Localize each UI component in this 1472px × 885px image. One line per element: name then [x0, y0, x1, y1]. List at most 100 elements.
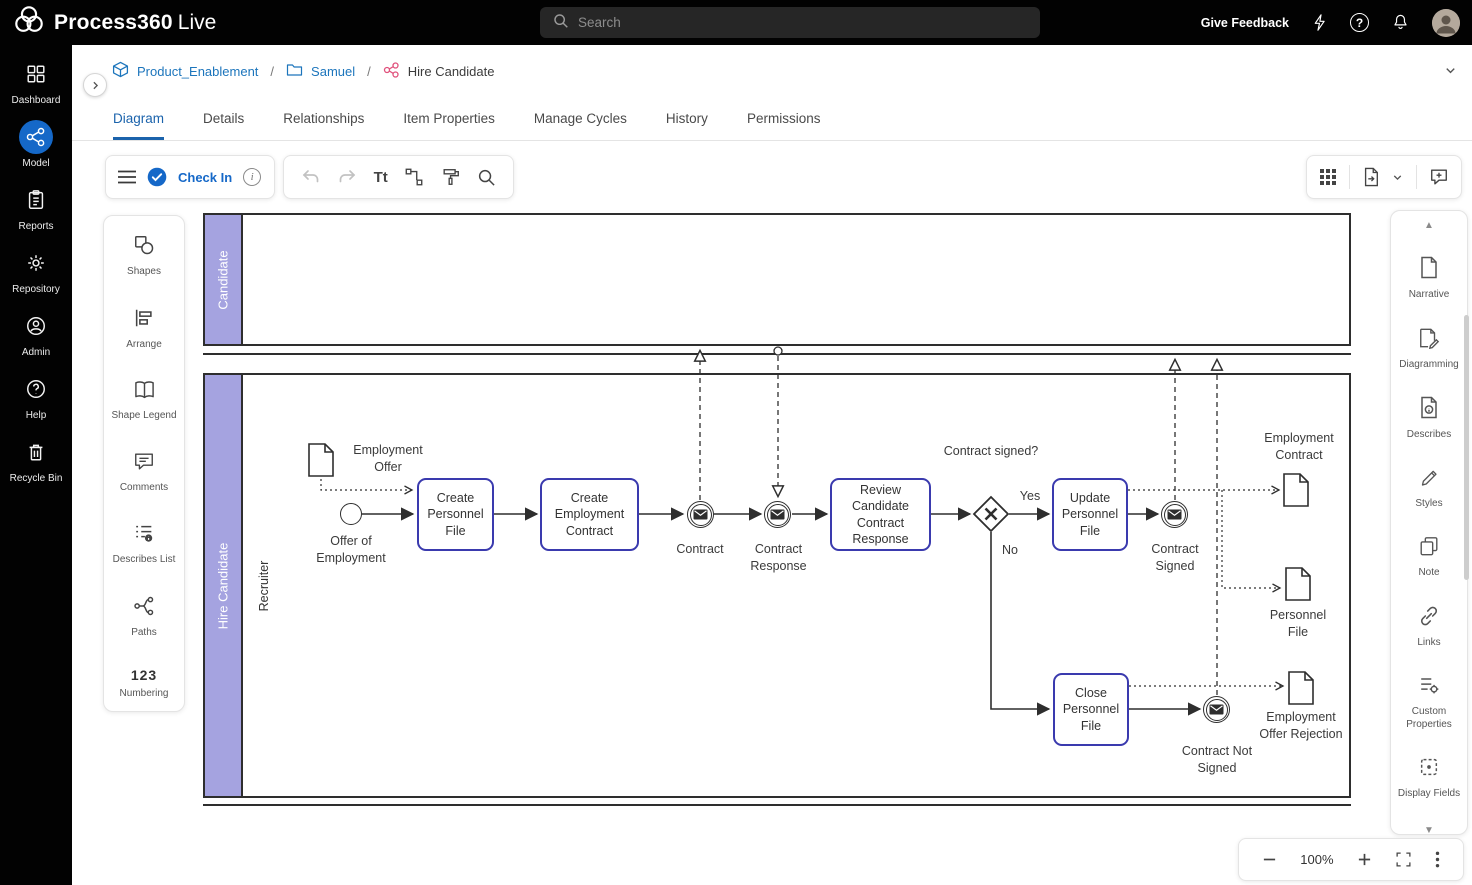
- breadcrumb-bar: Product_Enablement / Samuel / Hire Candi…: [72, 45, 1472, 97]
- check-circle-icon: [147, 167, 167, 187]
- diagramming-icon: [1418, 327, 1440, 354]
- global-search[interactable]: [540, 7, 1040, 38]
- sidebar-item-model[interactable]: Model: [0, 120, 72, 169]
- start-event-offer-of-employment[interactable]: [340, 503, 362, 525]
- tab-permissions[interactable]: Permissions: [747, 97, 821, 140]
- data-object-employment-offer[interactable]: [308, 443, 334, 482]
- task-update-personnel-file[interactable]: Update Personnel File: [1052, 478, 1128, 551]
- panel-collapse-button[interactable]: [83, 73, 107, 97]
- data-object-personnel-file[interactable]: [1285, 567, 1311, 606]
- sidebar-item-dashboard[interactable]: Dashboard: [0, 57, 72, 106]
- sidebar-item-repository[interactable]: Repository: [0, 246, 72, 295]
- panel-item-display-fields[interactable]: Display Fields: [1391, 756, 1467, 801]
- sidebar-item-help[interactable]: Help: [0, 372, 72, 421]
- sidebar-item-recycle-bin[interactable]: Recycle Bin: [0, 435, 72, 484]
- info-icon[interactable]: i: [243, 168, 261, 186]
- app-sidebar: Dashboard Model Reports Repository: [0, 45, 72, 885]
- add-comment-icon[interactable]: [1429, 167, 1449, 187]
- panel-item-diagramming[interactable]: Diagramming: [1391, 327, 1467, 372]
- tool-shape-legend[interactable]: Shape Legend: [104, 379, 184, 423]
- label-contract: Contract: [668, 541, 732, 558]
- lightning-icon[interactable]: [1311, 12, 1328, 33]
- pool-candidate-header[interactable]: Candidate: [205, 215, 243, 344]
- app-logo[interactable]: Process360 Live: [0, 4, 216, 41]
- diagram-tools-panel: Shapes Arrange Shape Legend Comments: [103, 215, 185, 712]
- export-document-icon[interactable]: [1362, 167, 1380, 187]
- label-offer-of-employment: Offer of Employment: [301, 533, 401, 567]
- label-contract-signed-question: Contract signed?: [941, 443, 1041, 460]
- undo-icon[interactable]: [301, 168, 321, 186]
- tab-relationships[interactable]: Relationships: [283, 97, 364, 140]
- fullscreen-icon[interactable]: [1395, 851, 1412, 868]
- message-event-contract-response[interactable]: [764, 501, 791, 528]
- hamburger-menu-icon[interactable]: [118, 170, 136, 184]
- display-fields-icon: [1418, 756, 1440, 783]
- breadcrumb-item-product-enablement[interactable]: Product_Enablement: [137, 64, 258, 79]
- panel-item-links[interactable]: Links: [1391, 605, 1467, 650]
- task-review-candidate-contract-response[interactable]: Review Candidate Contract Response: [830, 478, 931, 551]
- task-create-personnel-file[interactable]: Create Personnel File: [417, 478, 494, 551]
- tab-item-properties[interactable]: Item Properties: [403, 97, 495, 140]
- panel-item-styles[interactable]: Styles: [1391, 467, 1467, 511]
- message-event-contract-not-signed[interactable]: [1203, 696, 1230, 723]
- connector-tool-icon[interactable]: [404, 167, 424, 187]
- message-event-contract-signed[interactable]: [1161, 501, 1188, 528]
- panel-item-custom-properties[interactable]: Custom Properties: [1391, 674, 1467, 731]
- repository-gear-icon: [19, 246, 53, 280]
- panel-item-note[interactable]: Note: [1391, 535, 1467, 580]
- label-yes: Yes: [1014, 488, 1046, 505]
- scroll-up-icon[interactable]: ▲: [1424, 221, 1434, 231]
- tool-describes-list[interactable]: Describes List: [104, 522, 184, 567]
- bpmn-diagram-canvas[interactable]: Candidate Hire Candidate Recruiter: [203, 213, 1355, 809]
- user-avatar[interactable]: [1432, 9, 1460, 37]
- text-style-tool[interactable]: Tt: [374, 169, 388, 186]
- zoom-search-icon[interactable]: [477, 168, 496, 187]
- styles-pencil-icon: [1419, 467, 1440, 493]
- chevron-down-icon[interactable]: [1443, 63, 1458, 83]
- pool-candidate[interactable]: Candidate: [203, 213, 1351, 346]
- tool-numbering[interactable]: 123 Numbering: [104, 667, 184, 701]
- pool-hire-candidate-header[interactable]: Hire Candidate: [205, 375, 243, 796]
- check-in-button[interactable]: Check In: [178, 170, 232, 185]
- task-label: Update Personnel File: [1058, 490, 1122, 539]
- pool-hire-candidate[interactable]: Hire Candidate Recruiter: [203, 373, 1351, 798]
- lane-recruiter[interactable]: Recruiter: [251, 375, 277, 796]
- message-event-contract[interactable]: [687, 501, 714, 528]
- grid-view-icon[interactable]: [1319, 168, 1337, 186]
- data-object-employment-contract[interactable]: [1283, 473, 1309, 512]
- scroll-down-icon[interactable]: ▼: [1424, 826, 1434, 836]
- zoom-out-icon[interactable]: [1262, 852, 1277, 867]
- notifications-bell-icon[interactable]: [1391, 12, 1410, 33]
- format-painter-icon[interactable]: [441, 167, 461, 187]
- tool-shapes[interactable]: Shapes: [104, 234, 184, 279]
- panel-item-describes[interactable]: Describes: [1391, 396, 1467, 442]
- panel-item-narrative[interactable]: Narrative: [1391, 256, 1467, 302]
- redo-icon[interactable]: [337, 168, 357, 186]
- data-object-employment-offer-rejection[interactable]: [1288, 671, 1314, 710]
- task-close-personnel-file[interactable]: Close Personnel File: [1053, 673, 1129, 746]
- tool-paths[interactable]: Paths: [104, 595, 184, 640]
- search-input[interactable]: [578, 15, 1028, 30]
- tab-details[interactable]: Details: [203, 97, 244, 140]
- tab-history[interactable]: History: [666, 97, 708, 140]
- tool-comments[interactable]: Comments: [104, 451, 184, 495]
- sidebar-item-reports[interactable]: Reports: [0, 183, 72, 232]
- give-feedback-link[interactable]: Give Feedback: [1201, 16, 1289, 30]
- kebab-menu-icon[interactable]: [1435, 851, 1440, 868]
- tab-manage-cycles[interactable]: Manage Cycles: [534, 97, 627, 140]
- gateway-contract-signed[interactable]: [972, 495, 1010, 538]
- sidebar-item-admin[interactable]: Admin: [0, 309, 72, 358]
- label-contract-not-signed: Contract Not Signed: [1169, 743, 1265, 777]
- panel-label: Custom Properties: [1395, 706, 1463, 731]
- zoom-in-icon[interactable]: [1357, 852, 1372, 867]
- comment-bubble-icon: [133, 451, 155, 477]
- arrange-icon: [133, 307, 155, 334]
- tab-diagram[interactable]: Diagram: [113, 97, 164, 140]
- help-icon[interactable]: ?: [1350, 13, 1369, 32]
- tab-bar: Diagram Details Relationships Item Prope…: [72, 97, 1472, 141]
- chevron-down-icon[interactable]: [1391, 171, 1404, 184]
- breadcrumb-item-samuel[interactable]: Samuel: [311, 64, 355, 79]
- vertical-scrollbar[interactable]: [1464, 315, 1469, 580]
- tool-arrange[interactable]: Arrange: [104, 307, 184, 352]
- task-create-employment-contract[interactable]: Create Employment Contract: [540, 478, 639, 551]
